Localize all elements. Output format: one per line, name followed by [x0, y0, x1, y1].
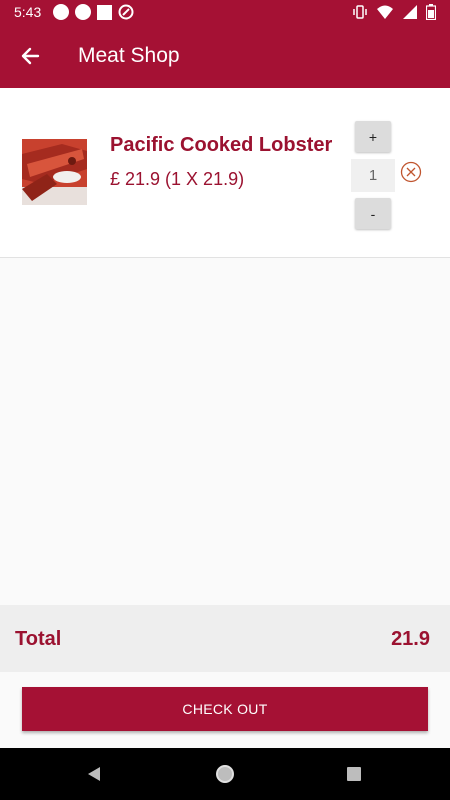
increase-quantity-button[interactable]: + — [355, 121, 391, 152]
notification-dot-icon — [53, 4, 70, 20]
total-bar: Total 21.9 — [0, 605, 450, 672]
checkout-area: CHECK OUT — [0, 672, 450, 748]
cart-item: Pacific Cooked Lobster £ 21.9 (1 X 21.9)… — [0, 88, 450, 258]
system-nav-bar — [0, 748, 450, 800]
square-recents-icon — [347, 767, 361, 781]
notification-dot-icon — [75, 4, 92, 20]
product-image[interactable] — [22, 139, 87, 205]
product-price: £ 21.9 (1 X 21.9) — [110, 169, 245, 189]
battery-icon — [426, 4, 436, 20]
total-label: Total — [15, 628, 62, 650]
page-title: Meat Shop — [78, 44, 180, 67]
arrow-left-icon — [21, 47, 40, 65]
decrease-quantity-button[interactable]: - — [355, 198, 391, 229]
app-bar: Meat Shop — [0, 24, 450, 88]
cell-signal-icon — [403, 5, 417, 19]
remove-item-button[interactable] — [400, 161, 422, 183]
nav-home-button[interactable] — [213, 762, 237, 786]
vibrate-icon — [353, 5, 367, 19]
notification-square-icon — [97, 4, 113, 20]
status-bar: 5:43 — [0, 0, 450, 24]
total-value: 21.9 — [391, 628, 430, 650]
nav-back-button[interactable] — [82, 762, 106, 786]
product-name: Pacific Cooked Lobster — [110, 134, 333, 156]
quantity-value: 1 — [351, 159, 395, 192]
lobster-image — [22, 139, 87, 205]
status-time: 5:43 — [14, 4, 42, 20]
nav-recents-button[interactable] — [342, 762, 366, 786]
triangle-back-icon — [88, 767, 100, 781]
system-icons — [352, 4, 436, 20]
data-saver-icon — [118, 4, 134, 20]
back-button[interactable] — [2, 28, 58, 84]
circle-home-icon — [216, 765, 234, 783]
checkout-button[interactable]: CHECK OUT — [22, 687, 428, 731]
remove-circle-x-icon — [400, 161, 422, 183]
wifi-icon — [377, 5, 393, 19]
notification-icons — [53, 4, 134, 20]
